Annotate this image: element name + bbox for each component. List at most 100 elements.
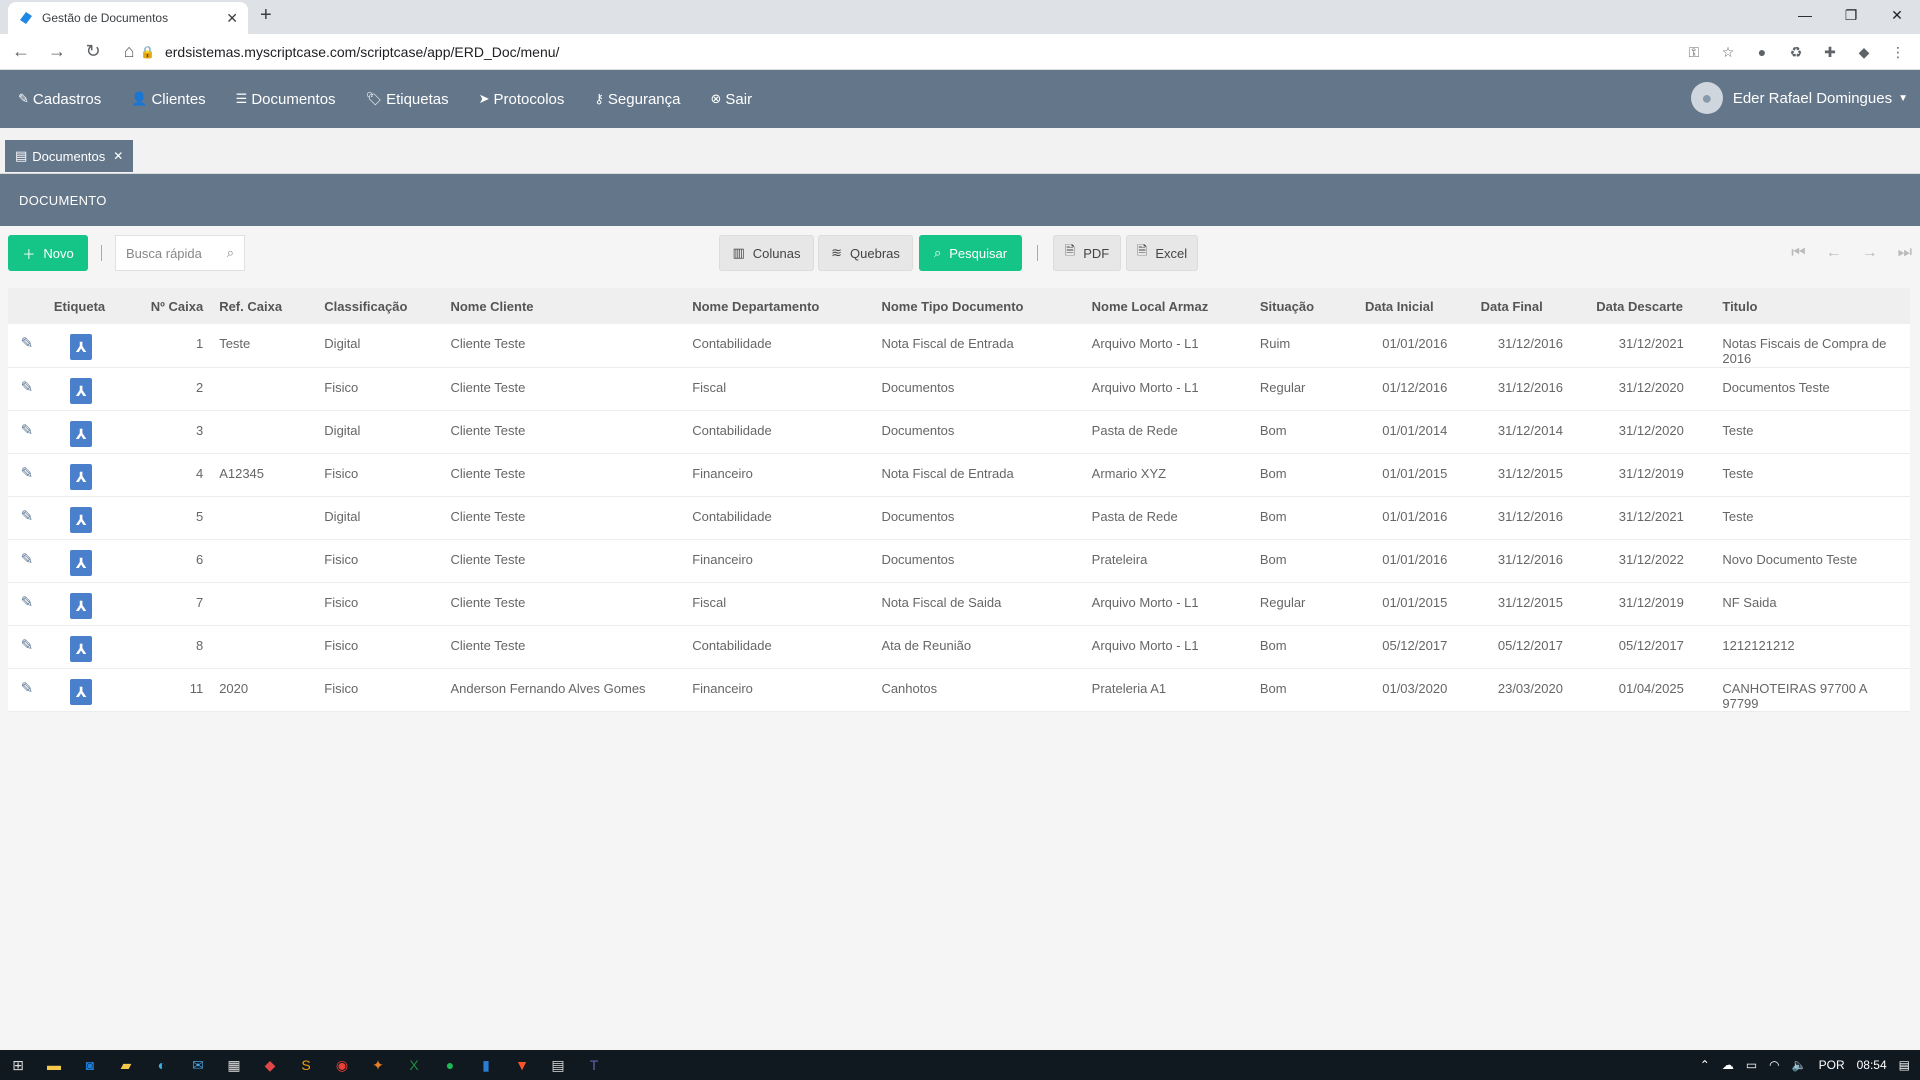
quebras-button[interactable]: ≋ Quebras — [818, 235, 913, 271]
mail-icon[interactable]: ✉ — [180, 1050, 216, 1080]
first-page-icon[interactable]: ⏮ — [1791, 244, 1805, 262]
column-header[interactable]: Data Final — [1472, 288, 1589, 324]
column-header[interactable]: Situação — [1251, 288, 1357, 324]
windows-start-icon[interactable]: ⊞ — [0, 1050, 36, 1080]
edit-icon[interactable]: ✎ — [21, 465, 34, 482]
recycle-extension-icon[interactable]: ♻ — [1784, 40, 1808, 64]
column-header[interactable]: Data Descarte — [1588, 288, 1715, 324]
column-header[interactable]: Nº Caixa — [116, 288, 212, 324]
menu-item-etiquetas[interactable]: 🏷 Etiquetas — [366, 91, 449, 108]
next-page-icon[interactable]: → — [1862, 244, 1878, 262]
back-icon[interactable]: ← — [6, 37, 36, 67]
chevron-up-icon[interactable]: ⌃ — [1700, 1058, 1710, 1072]
last-page-icon[interactable]: ⏭ — [1898, 244, 1912, 262]
volume-icon[interactable]: 🔈 — [1792, 1058, 1807, 1072]
pdf-icon[interactable]: ⅄ — [70, 463, 93, 490]
pdf-button[interactable]: 🗎 PDF — [1053, 235, 1121, 271]
edit-icon[interactable]: ✎ — [21, 335, 34, 352]
novo-button[interactable]: ＋ Novo — [8, 235, 88, 271]
bookmark-star-icon[interactable]: ☆ — [1716, 40, 1740, 64]
menu-item-protocolos[interactable]: ➤ Protocolos — [479, 91, 565, 108]
outlook-icon[interactable]: ◙ — [72, 1050, 108, 1080]
table-cell: Bom — [1251, 625, 1357, 669]
column-header[interactable]: Nome Local Armaz — [1083, 288, 1252, 324]
app-icon[interactable]: ◆ — [252, 1050, 288, 1080]
pdf-icon[interactable]: ⅄ — [70, 549, 93, 576]
table-cell — [211, 539, 317, 583]
cloud-icon[interactable]: ☁ — [1722, 1058, 1734, 1072]
brave-icon[interactable]: ▼ — [504, 1050, 540, 1080]
minimize-button[interactable]: — — [1782, 0, 1828, 30]
menu-item-seguranca[interactable]: ⚷ Segurança — [594, 91, 680, 108]
extension-icons: ⚿ ☆ ● ♻ ✚ ◆ ⋮ — [1682, 40, 1910, 64]
windows-app-icon[interactable]: ▤ — [540, 1050, 576, 1080]
extension-es-icon[interactable]: ● — [1750, 40, 1774, 64]
edit-icon[interactable]: ✎ — [21, 594, 34, 611]
teams-icon[interactable]: T — [576, 1050, 612, 1080]
pdf-icon[interactable]: ⅄ — [70, 334, 93, 360]
table-cell: Fisico — [316, 539, 443, 583]
language-indicator[interactable]: POR — [1819, 1058, 1845, 1072]
chrome-icon[interactable]: ◉ — [324, 1050, 360, 1080]
clock[interactable]: 08:54 — [1857, 1058, 1887, 1072]
pdf-icon[interactable]: ⅄ — [70, 635, 93, 662]
column-header[interactable]: Nome Cliente — [442, 288, 685, 324]
spotify-icon[interactable]: ● — [432, 1050, 468, 1080]
tab-close-icon[interactable]: ✕ — [113, 149, 123, 163]
column-header[interactable]: Ref. Caixa — [211, 288, 317, 324]
tab-close-icon[interactable]: ✕ — [226, 10, 238, 27]
column-header[interactable]: Etiqueta — [45, 288, 117, 324]
folder-icon[interactable]: ▰ — [108, 1050, 144, 1080]
pdf-icon[interactable]: ⅄ — [70, 377, 93, 404]
url-field[interactable]: 🔒 erdsistemas.myscriptcase.com/scriptcas… — [140, 39, 1700, 65]
edit-icon[interactable]: ✎ — [21, 508, 34, 525]
pdf-icon[interactable]: ⅄ — [70, 592, 93, 619]
reload-icon[interactable]: ↻ — [78, 37, 108, 67]
column-header[interactable]: Data Inicial — [1356, 288, 1473, 324]
column-header[interactable]: Classificação — [316, 288, 443, 324]
new-tab-button[interactable]: + — [260, 4, 272, 27]
pdf-icon[interactable]: ⅄ — [70, 506, 93, 533]
app-icon[interactable]: ✦ — [360, 1050, 396, 1080]
browser-tab[interactable]: Gestão de Documentos ✕ — [8, 2, 248, 34]
excel-button[interactable]: 🗎 Excel — [1126, 235, 1198, 271]
edit-icon[interactable]: ✎ — [21, 680, 34, 697]
tab-documentos[interactable]: ▤ Documentos ✕ — [5, 140, 134, 172]
table-cell: Documentos — [873, 410, 1084, 454]
file-explorer-icon[interactable]: ▬ — [36, 1050, 72, 1080]
maximize-button[interactable]: ❐ — [1828, 0, 1874, 30]
column-header[interactable]: Nome Departamento — [684, 288, 874, 324]
pdf-icon[interactable]: ⅄ — [70, 420, 93, 447]
wifi-icon[interactable]: ◠ — [1769, 1058, 1779, 1072]
menu-item-documentos[interactable]: ☰ Documentos — [236, 91, 336, 108]
table-cell: 3 — [116, 410, 212, 454]
close-window-button[interactable]: ✕ — [1874, 0, 1920, 30]
menu-item-cadastros[interactable]: ✎ Cadastros — [18, 91, 101, 108]
excel-icon[interactable]: X — [396, 1050, 432, 1080]
browser-menu-icon[interactable]: ⋮ — [1886, 40, 1910, 64]
forward-icon[interactable]: → — [42, 37, 72, 67]
notes-icon[interactable]: ▦ — [216, 1050, 252, 1080]
edge-icon[interactable]: ◐ — [144, 1050, 180, 1080]
quick-search-input[interactable]: Busca rápida ⌕ — [115, 235, 245, 271]
puzzle-extensions-icon[interactable]: ✚ — [1818, 40, 1842, 64]
edit-icon[interactable]: ✎ — [21, 379, 34, 396]
column-header[interactable]: Nome Tipo Documento — [873, 288, 1084, 324]
word-icon[interactable]: ▮ — [468, 1050, 504, 1080]
edit-icon[interactable]: ✎ — [21, 551, 34, 568]
previous-page-icon[interactable]: ← — [1826, 244, 1842, 262]
battery-icon[interactable]: ▭ — [1746, 1058, 1757, 1072]
menu-item-sair[interactable]: ⊗ Sair — [710, 91, 752, 108]
edit-icon[interactable]: ✎ — [21, 422, 34, 439]
pdf-icon[interactable]: ⅄ — [70, 678, 93, 705]
notifications-icon[interactable]: ▤ — [1899, 1058, 1910, 1072]
edit-icon[interactable]: ✎ — [21, 637, 34, 654]
key-icon[interactable]: ⚿ — [1682, 40, 1706, 64]
user-menu[interactable]: ● Eder Rafael Domingues ▼ — [1690, 82, 1908, 114]
colunas-button[interactable]: ▥ Colunas — [719, 235, 814, 271]
column-header[interactable]: Titulo — [1714, 288, 1910, 324]
menu-item-clientes[interactable]: 👤 Clientes — [131, 91, 205, 108]
sublime-icon[interactable]: S — [288, 1050, 324, 1080]
pesquisar-button[interactable]: ⌕ Pesquisar — [919, 235, 1022, 271]
scriptcase-extension-icon[interactable]: ◆ — [1852, 40, 1876, 64]
